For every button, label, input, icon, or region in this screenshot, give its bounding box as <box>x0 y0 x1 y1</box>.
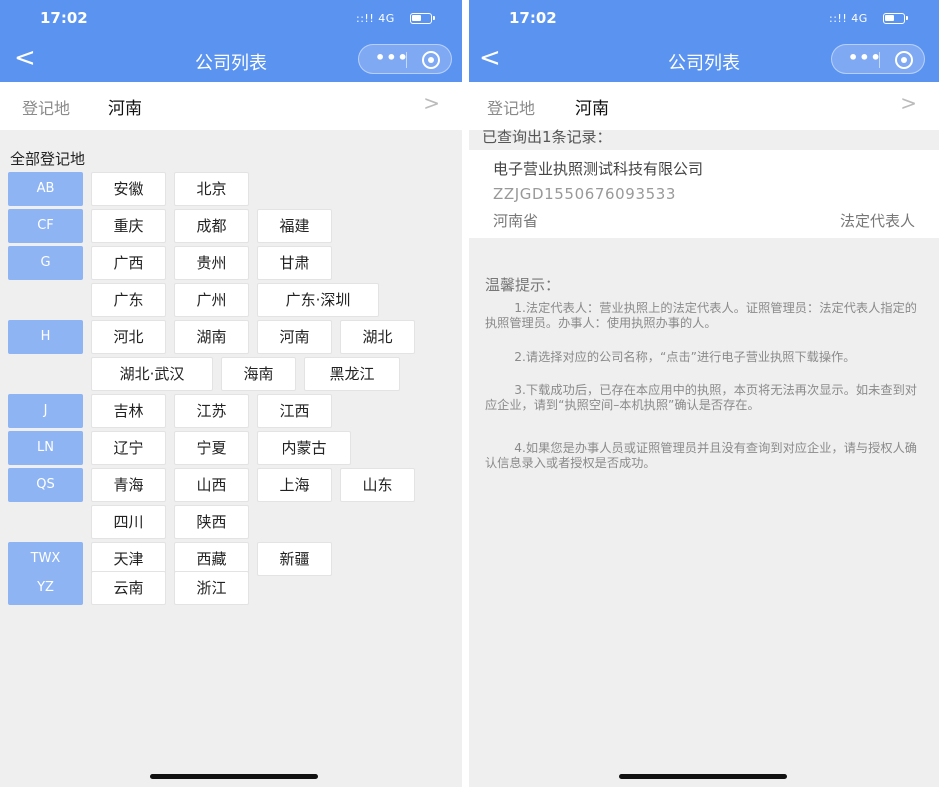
status-time: 17:02 <box>509 9 557 27</box>
region-button[interactable]: 湖南 <box>174 320 249 354</box>
region-button[interactable]: 成都 <box>174 209 249 243</box>
close-target-icon[interactable] <box>422 51 440 69</box>
tips-title: 温馨提示： <box>485 276 561 294</box>
region-button[interactable]: 广州 <box>174 283 249 317</box>
result-count: 已查询出1条记录： <box>482 128 612 146</box>
region-button[interactable]: 青海 <box>91 468 166 502</box>
registration-selector[interactable]: 登记地 河南 > <box>0 82 462 130</box>
region-button[interactable]: 山东 <box>340 468 415 502</box>
chevron-right-icon: > <box>423 91 440 115</box>
letter-index-cf[interactable]: CF <box>8 209 83 243</box>
more-icon[interactable]: ••• <box>375 48 409 67</box>
region-button[interactable]: 福建 <box>257 209 332 243</box>
region-button[interactable]: 河南 <box>257 320 332 354</box>
region-button[interactable]: 重庆 <box>91 209 166 243</box>
home-indicator <box>150 774 318 779</box>
letter-index-h[interactable]: H <box>8 320 83 354</box>
company-result-item[interactable]: 电子营业执照测试科技有限公司 ZZJGD1550676093533 河南省 法定… <box>469 150 939 238</box>
registration-value: 河南 <box>108 99 142 119</box>
home-indicator <box>619 774 787 779</box>
capsule-divider <box>406 52 407 68</box>
company-role: 法定代表人 <box>839 212 915 230</box>
tip-text: 3.下载成功后，已存在本应用中的执照，本页将无法再次显示。如未查到对应企业，请到… <box>485 383 917 412</box>
right-screen: 17:02 ::!! 4G < 公司列表 ••• 登记地 河南 > 已查询出1条… <box>469 0 939 787</box>
company-province: 河南省 <box>493 212 539 230</box>
region-button[interactable]: 辽宁 <box>91 431 166 465</box>
capsule-divider <box>879 52 880 68</box>
registration-selector[interactable]: 登记地 河南 > <box>469 82 939 130</box>
region-button[interactable]: 贵州 <box>174 246 249 280</box>
status-bar: 17:02 ::!! 4G <box>0 0 462 38</box>
battery-icon <box>410 13 435 24</box>
letter-index-g[interactable]: G <box>8 246 83 280</box>
region-button[interactable]: 广西 <box>91 246 166 280</box>
region-button[interactable]: 浙江 <box>174 571 249 605</box>
letter-index-yz[interactable]: YZ <box>8 571 83 605</box>
region-button[interactable]: 安徽 <box>91 172 166 206</box>
tip-text: 4.如果您是办事人员或证照管理员并且没有查询到对应企业，请与授权人确认信息录入或… <box>485 441 917 470</box>
letter-index-ab[interactable]: AB <box>8 172 83 206</box>
region-button[interactable]: 新疆 <box>257 542 332 576</box>
region-button[interactable]: 广东·深圳 <box>257 283 379 317</box>
region-button[interactable]: 内蒙古 <box>257 431 351 465</box>
region-button[interactable]: 湖北 <box>340 320 415 354</box>
nav-bar: < 公司列表 ••• <box>469 38 939 82</box>
left-screen: 17:02 ::!! 4G < 公司列表 ••• 登记地 河南 > 全部登记地 … <box>0 0 462 787</box>
nav-bar: < 公司列表 ••• <box>0 38 462 82</box>
signal-icon: ::!! 4G <box>829 12 868 25</box>
tip-text: 1.法定代表人：营业执照上的法定代表人。证照管理员：法定代表人指定的执照管理员。… <box>485 301 917 330</box>
region-button[interactable]: 宁夏 <box>174 431 249 465</box>
region-button[interactable]: 山西 <box>174 468 249 502</box>
registration-label: 登记地 <box>22 99 71 118</box>
region-button[interactable]: 四川 <box>91 505 166 539</box>
section-title: 全部登记地 <box>10 150 86 168</box>
letter-index-qs[interactable]: QS <box>8 468 83 502</box>
letter-index-ln[interactable]: LN <box>8 431 83 465</box>
signal-icon: ::!! 4G <box>356 12 395 25</box>
more-icon[interactable]: ••• <box>848 48 882 67</box>
region-button[interactable]: 吉林 <box>91 394 166 428</box>
letter-index-j[interactable]: J <box>8 394 83 428</box>
region-button[interactable]: 江西 <box>257 394 332 428</box>
region-button[interactable]: 广东 <box>91 283 166 317</box>
status-time: 17:02 <box>40 9 88 27</box>
region-button[interactable]: 甘肃 <box>257 246 332 280</box>
close-target-icon[interactable] <box>895 51 913 69</box>
company-code: ZZJGD1550676093533 <box>493 185 677 203</box>
region-button[interactable]: 海南 <box>221 357 296 391</box>
registration-value: 河南 <box>575 99 609 119</box>
region-button[interactable]: 云南 <box>91 571 166 605</box>
region-button[interactable]: 河北 <box>91 320 166 354</box>
region-button[interactable]: 上海 <box>257 468 332 502</box>
battery-icon <box>883 13 908 24</box>
region-button[interactable]: 北京 <box>174 172 249 206</box>
region-button[interactable]: 陕西 <box>174 505 249 539</box>
tip-text: 2.请选择对应的公司名称，“点击”进行电子营业执照下载操作。 <box>514 350 856 364</box>
status-bar: 17:02 ::!! 4G <box>469 0 939 38</box>
miniprogram-capsule: ••• <box>831 44 925 74</box>
company-name: 电子营业执照测试科技有限公司 <box>493 160 704 178</box>
chevron-right-icon: > <box>900 91 917 115</box>
region-button[interactable]: 黑龙江 <box>304 357 400 391</box>
miniprogram-capsule: ••• <box>358 44 452 74</box>
region-button[interactable]: 湖北·武汉 <box>91 357 213 391</box>
registration-label: 登记地 <box>487 99 536 118</box>
region-button[interactable]: 江苏 <box>174 394 249 428</box>
